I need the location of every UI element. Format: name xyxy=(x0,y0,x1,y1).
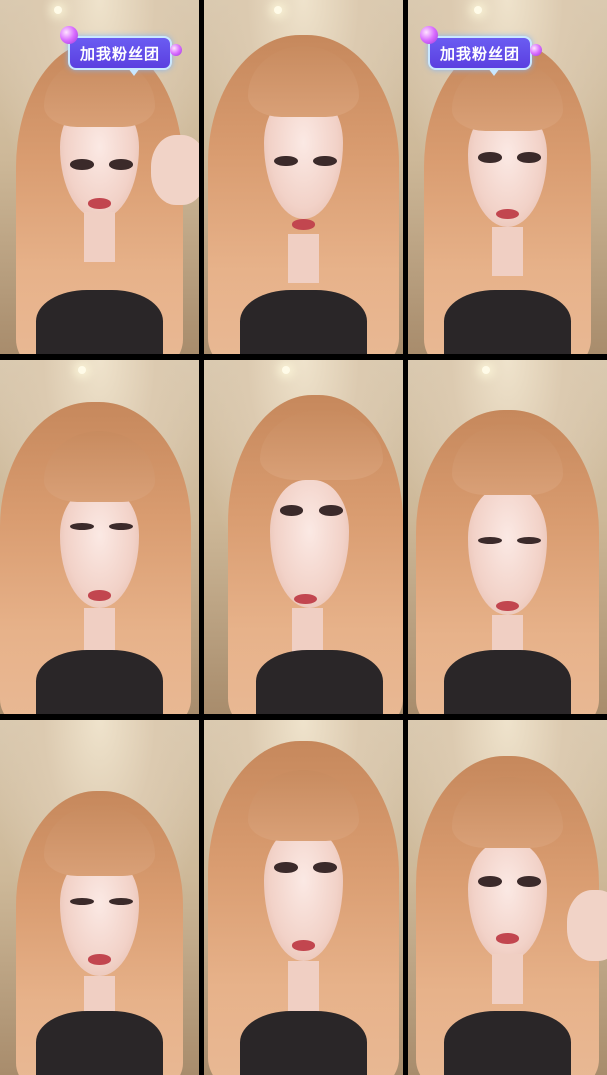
neck xyxy=(287,233,320,284)
left-eye xyxy=(69,522,94,530)
right-eye xyxy=(517,876,542,887)
video-tile-1[interactable]: 加我粉丝团 xyxy=(0,0,199,354)
fan-club-badge[interactable]: 加我粉丝团 xyxy=(60,26,183,76)
left-eye xyxy=(273,862,298,873)
shirt xyxy=(443,290,572,354)
video-tile-5[interactable] xyxy=(204,360,403,714)
ceiling-light xyxy=(282,366,290,374)
neck xyxy=(491,226,524,277)
ceiling-light xyxy=(78,366,86,374)
ceiling-light xyxy=(54,6,62,14)
left-eye xyxy=(69,159,94,170)
right-eye xyxy=(313,862,338,873)
lips xyxy=(87,590,112,601)
left-eye xyxy=(477,876,502,887)
shirt xyxy=(239,290,368,354)
shirt xyxy=(443,1011,572,1075)
shirt xyxy=(35,1011,164,1075)
right-eye xyxy=(517,152,542,163)
ceiling-light xyxy=(274,6,282,14)
neck xyxy=(83,212,116,262)
left-eye xyxy=(279,505,304,516)
fan-club-badge[interactable]: 加我粉丝团 xyxy=(420,26,543,76)
disco-ball-icon xyxy=(530,44,543,56)
left-eye xyxy=(477,537,502,545)
lips xyxy=(495,933,520,944)
video-tile-9[interactable] xyxy=(408,720,607,1075)
left-eye xyxy=(273,155,298,167)
lips xyxy=(87,954,112,965)
badge-pointer xyxy=(128,68,140,76)
shirt xyxy=(239,1011,368,1075)
disco-ball-icon xyxy=(60,26,78,44)
right-eye xyxy=(109,159,134,170)
right-eye xyxy=(109,897,134,905)
right-eye xyxy=(319,505,344,516)
video-tile-6[interactable] xyxy=(408,360,607,714)
ceiling-light xyxy=(474,6,482,14)
fan-club-badge-label: 加我粉丝团 xyxy=(440,44,521,63)
video-grid: 加我粉丝团 加我粉丝团 xyxy=(0,0,607,1075)
fan-club-badge-label: 加我粉丝团 xyxy=(80,44,161,63)
ceiling-light xyxy=(482,366,490,374)
video-tile-3[interactable]: 加我粉丝团 xyxy=(408,0,607,354)
video-tile-7[interactable] xyxy=(0,720,199,1075)
video-tile-2[interactable] xyxy=(204,0,403,354)
video-tile-8[interactable] xyxy=(204,720,403,1075)
hand xyxy=(567,890,607,962)
lips xyxy=(87,198,112,209)
disco-ball-icon xyxy=(170,44,183,56)
video-tile-4[interactable] xyxy=(0,360,199,714)
disco-ball-icon xyxy=(420,26,438,44)
neck xyxy=(491,954,524,1004)
shirt xyxy=(443,650,572,714)
hand xyxy=(151,134,199,206)
shirt xyxy=(35,650,164,714)
neck xyxy=(287,961,320,1012)
right-eye xyxy=(109,522,134,530)
badge-pointer xyxy=(488,68,500,76)
shirt xyxy=(35,290,164,354)
lips xyxy=(291,940,316,951)
left-eye xyxy=(69,897,94,905)
shirt xyxy=(255,650,384,714)
left-eye xyxy=(477,152,502,163)
